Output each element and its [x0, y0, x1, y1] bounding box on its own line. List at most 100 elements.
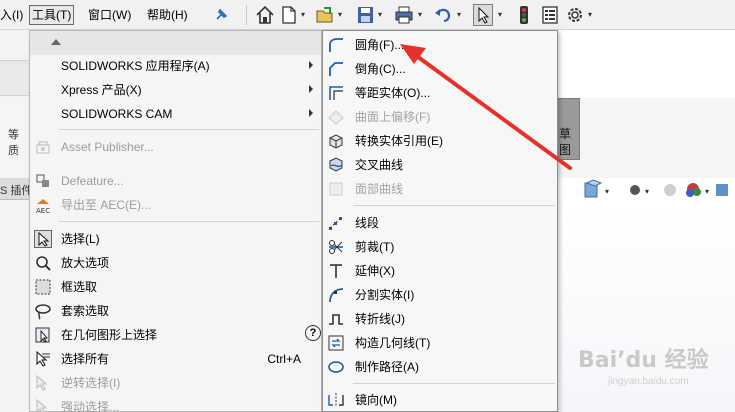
- box-select-icon: [34, 278, 52, 296]
- menu-separator: [353, 383, 555, 384]
- menu-item-xpress-products[interactable]: Xpress 产品(X): [30, 78, 321, 102]
- menu-item-label: Defeature...: [61, 174, 124, 188]
- save-icon[interactable]: [355, 4, 375, 26]
- menu-item-construction-geometry[interactable]: 构造几何线(T): [323, 331, 557, 355]
- menu-item-label: 选择所有: [61, 352, 110, 366]
- chevron-down-icon[interactable]: ▾: [418, 11, 425, 19]
- options-gear-icon[interactable]: [565, 4, 585, 26]
- select-over-geometry-icon: [34, 326, 52, 344]
- menu-scroll-up[interactable]: [30, 31, 321, 55]
- menu-item-label: 构造几何线(T): [355, 336, 431, 350]
- undo-icon[interactable]: [433, 4, 453, 26]
- ribbon-fragment-label: 等: [8, 129, 19, 141]
- menu-item-jog-line[interactable]: 转折线(J): [323, 307, 557, 331]
- menu-item-label: 交叉曲线: [355, 158, 404, 172]
- menu-item-label: SOLIDWORKS CAM: [61, 107, 173, 121]
- menu-item-offset-entities[interactable]: 等距实体(O)...: [323, 81, 557, 105]
- menu-item-label: 转折线(J): [355, 312, 405, 326]
- submenu-arrow-icon: [309, 85, 313, 93]
- svg-text:▾: ▾: [605, 187, 609, 196]
- chamfer-icon: [327, 60, 345, 78]
- jog-line-icon: [327, 310, 345, 328]
- menu-item-label: 导出至 AEC(E)...: [61, 198, 152, 212]
- menu-item-label: 强动选择...: [61, 400, 120, 412]
- chevron-down-icon[interactable]: ▾: [338, 11, 345, 19]
- chevron-down-icon[interactable]: ▾: [457, 11, 464, 19]
- lasso-select-icon: [34, 302, 52, 320]
- watermark-url: jingyan.baidu.com: [608, 376, 689, 387]
- invert-selection-icon: [34, 374, 52, 392]
- menu-item-solidworks-cam[interactable]: SOLIDWORKS CAM: [30, 102, 321, 126]
- convert-entities-icon: [327, 132, 345, 150]
- menu-item-face-curves[interactable]: 面部曲线: [323, 177, 557, 201]
- defeature-icon: [34, 172, 52, 190]
- sketch-button-label: 草: [559, 127, 572, 141]
- menu-item-select-over-geometry[interactable]: 在几何图形上选择 ?: [30, 323, 321, 347]
- menu-item-make-path[interactable]: 制作路径(A): [323, 355, 557, 379]
- submenu-arrow-icon: [309, 109, 313, 117]
- menu-item-lasso-select[interactable]: 套索选取: [30, 299, 321, 323]
- menu-item-defeature[interactable]: Defeature...: [30, 169, 321, 193]
- menu-item-offset-on-surface[interactable]: 曲面上偏移(F): [323, 105, 557, 129]
- svg-text:▾: ▾: [705, 187, 709, 196]
- menu-item-box-select[interactable]: 框选取: [30, 275, 321, 299]
- menu-item-chamfer[interactable]: 倒角(C)...: [323, 57, 557, 81]
- menu-item-label: 剪裁(T): [355, 240, 395, 254]
- menu-item-label: 等距实体(O)...: [355, 86, 431, 100]
- menu-item-invert-selection[interactable]: 逆转选择(I): [30, 371, 321, 395]
- menu-item-trim[interactable]: 剪裁(T): [323, 235, 557, 259]
- menu-item-label: 延伸(X): [355, 264, 395, 278]
- select-pointer-icon[interactable]: [473, 4, 493, 26]
- sketch-tools-submenu: 圆角(F)... 倒角(C)... 等距实体(O)... 曲面上偏移(F) 转换…: [322, 30, 558, 412]
- menu-item-magnify-select[interactable]: 放大选项: [30, 251, 321, 275]
- magnify-select-icon: [34, 254, 52, 272]
- watermark: Bai’du 经验: [578, 348, 709, 373]
- menu-item-solidworks-apps[interactable]: SOLIDWORKS 应用程序(A): [30, 54, 321, 78]
- menu-window[interactable]: 窗口(W): [88, 6, 131, 24]
- menu-item-extend[interactable]: 延伸(X): [323, 259, 557, 283]
- addin-tab-label[interactable]: S 插件: [0, 182, 32, 198]
- power-select-icon: [34, 398, 52, 412]
- menu-item-label: 选择(L): [61, 232, 100, 246]
- chevron-down-icon[interactable]: ▾: [378, 11, 385, 19]
- menu-item-select-all[interactable]: 选择所有 Ctrl+A: [30, 347, 321, 371]
- asset-publisher-icon: [34, 138, 52, 156]
- menu-item-label: SOLIDWORKS 应用程序(A): [61, 59, 210, 73]
- menu-item-fillet[interactable]: 圆角(F)...: [323, 33, 557, 57]
- menu-help[interactable]: 帮助(H): [147, 6, 188, 24]
- help-icon[interactable]: ?: [305, 325, 321, 341]
- construction-geometry-icon: [327, 334, 345, 352]
- menu-item-label: 分割实体(I): [355, 288, 415, 302]
- chevron-down-icon[interactable]: ▾: [301, 11, 308, 19]
- menu-item-convert-entities[interactable]: 转换实体引用(E): [323, 129, 557, 153]
- menu-item-label: 套索选取: [61, 304, 110, 318]
- mirror-icon: [327, 391, 345, 409]
- menu-item-asset-publisher[interactable]: Asset Publisher...: [30, 135, 321, 159]
- chevron-down-icon[interactable]: ▾: [588, 11, 595, 19]
- sketch-ribbon-button[interactable]: 草 图: [556, 98, 580, 160]
- open-file-icon[interactable]: [315, 4, 335, 26]
- home-icon[interactable]: [255, 4, 275, 26]
- traffic-light-icon[interactable]: [514, 4, 534, 26]
- menu-item-export-aec[interactable]: AEC 导出至 AEC(E)...: [30, 193, 321, 217]
- print-icon[interactable]: [394, 4, 414, 26]
- pin-icon[interactable]: [213, 7, 229, 23]
- ribbon-fragment-label: 质: [8, 145, 19, 157]
- menu-item-split-entities[interactable]: 分割实体(I): [323, 283, 557, 307]
- chevron-down-icon[interactable]: ▾: [498, 11, 505, 19]
- make-path-icon: [327, 358, 345, 376]
- menu-item-select[interactable]: 选择(L): [30, 227, 321, 251]
- menu-item-label: 在几何图形上选择: [61, 328, 158, 342]
- menu-bar: 入(I) 工具(T) 窗口(W) 帮助(H) ▾ ▾ ▾ ▾ ▾ ▾ ▾: [0, 0, 735, 30]
- menu-item-intersection-curve[interactable]: 交叉曲线: [323, 153, 557, 177]
- menu-item-power-select[interactable]: 强动选择...: [30, 395, 321, 412]
- menu-item-label: 制作路径(A): [355, 360, 419, 374]
- svg-text:AEC: AEC: [36, 207, 50, 214]
- menu-tools[interactable]: 工具(T): [29, 5, 75, 25]
- menu-insert[interactable]: 入(I): [0, 6, 23, 24]
- new-file-icon[interactable]: [279, 4, 299, 26]
- menu-item-mirror[interactable]: 镜向(M): [323, 388, 557, 412]
- file-properties-icon[interactable]: [540, 4, 560, 26]
- export-aec-icon: AEC: [34, 196, 52, 215]
- menu-item-segment[interactable]: 线段: [323, 211, 557, 235]
